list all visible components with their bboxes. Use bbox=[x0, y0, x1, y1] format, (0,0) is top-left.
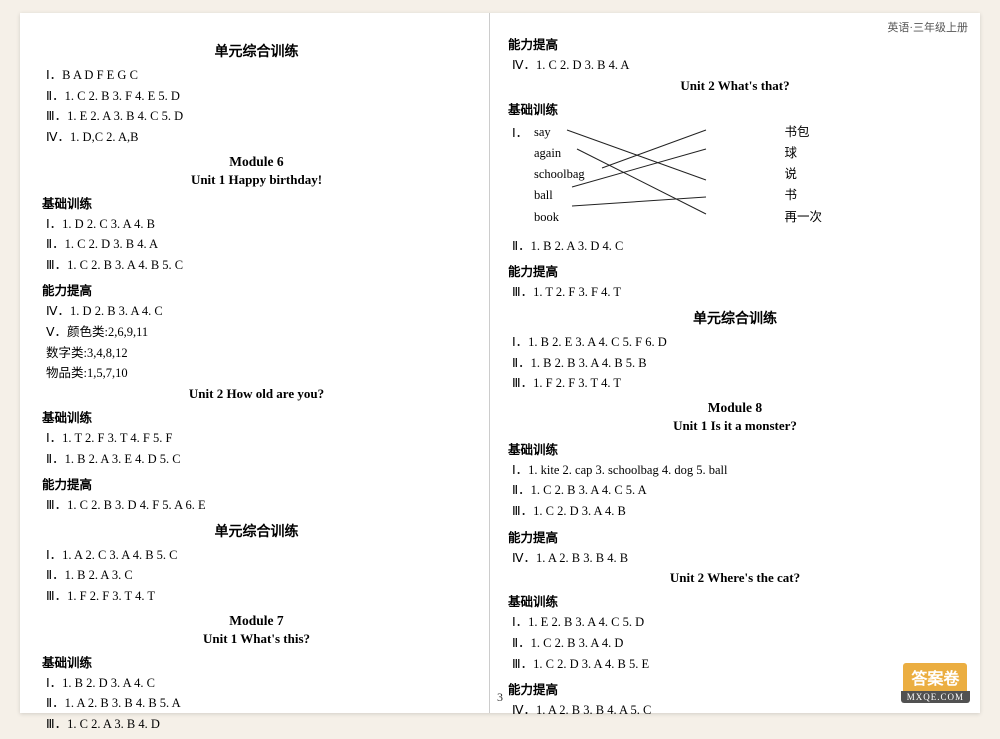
unit2-adv-l1: Ⅲ．1. C 2. B 3. D 4. F 5. A 6. E bbox=[46, 495, 471, 516]
unit1-adv-l1: Ⅳ．1. D 2. B 3. A 4. C bbox=[46, 301, 471, 322]
section1-line3: Ⅲ．1. E 2. A 3. B 4. C 5. D bbox=[46, 106, 471, 127]
unit1-sub2: 能力提高 bbox=[42, 280, 471, 299]
right-unit3-title: Unit 1 Is it a monster? bbox=[508, 418, 962, 434]
section1-line4: Ⅳ．1. D,C 2. A,B bbox=[46, 127, 471, 148]
section2-title: 单元综合训练 bbox=[42, 521, 471, 541]
unit1-adv-l3: 数字类:3,4,8,12 bbox=[46, 343, 471, 364]
watermark-bottom: MXQE.COM bbox=[901, 691, 970, 703]
right-section-l3: Ⅲ．1. F 2. F 3. T 4. T bbox=[512, 373, 962, 394]
match-lines-svg bbox=[512, 122, 852, 232]
unit1-basic-l2: Ⅱ．1. C 2. D 3. B 4. A bbox=[46, 234, 471, 255]
right-unit3-basic-title: 基础训练 bbox=[508, 439, 962, 458]
unit2-basic-l2: Ⅱ．1. B 2. A 3. E 4. D 5. C bbox=[46, 449, 471, 470]
right-unit4-basic-title: 基础训练 bbox=[508, 591, 962, 610]
right-unit3-adv-l1: Ⅳ．1. A 2. B 3. B 4. B bbox=[512, 548, 962, 569]
right-section-title: 单元综合训练 bbox=[508, 308, 962, 328]
right-unit2-sub2: 能力提高 bbox=[508, 261, 962, 280]
right-section-l1: Ⅰ．1. B 2. E 3. A 4. C 5. F 6. D bbox=[512, 332, 962, 353]
unit1-title: Unit 1 Happy birthday! bbox=[42, 172, 471, 188]
unit3-basic-l2: Ⅱ．1. A 2. B 3. B 4. B 5. A bbox=[46, 693, 471, 714]
right-section-l2: Ⅱ．1. B 2. B 3. A 4. B 5. B bbox=[512, 353, 962, 374]
unit1-sub1: 基础训练 bbox=[42, 193, 471, 212]
unit2-sub1: 基础训练 bbox=[42, 407, 471, 426]
unit3-basic-l3: Ⅲ．1. C 2. A 3. B 4. D bbox=[46, 714, 471, 735]
section2-l3: Ⅲ．1. F 2. F 3. T 4. T bbox=[46, 586, 471, 607]
right-unit3-basic-l2: Ⅱ．1. C 2. B 3. A 4. C 5. A bbox=[512, 480, 962, 501]
right-unit3-adv-title: 能力提高 bbox=[508, 527, 962, 546]
unit1-basic-l3: Ⅲ．1. C 2. B 3. A 4. B 5. C bbox=[46, 255, 471, 276]
right-unit4-title: Unit 2 Where's the cat? bbox=[508, 570, 962, 586]
watermark-top: 答案卷 bbox=[903, 663, 967, 691]
section1-line1: Ⅰ．B A D F E G C bbox=[46, 65, 471, 86]
unit3-basic-l1: Ⅰ．1. B 2. D 3. A 4. C bbox=[46, 673, 471, 694]
right-unit3-basic-l1: Ⅰ．1. kite 2. cap 3. schoolbag 4. dog 5. … bbox=[512, 460, 962, 481]
right-panel: 能力提高 Ⅳ．1. C 2. D 3. B 4. A Unit 2 What's… bbox=[490, 13, 980, 713]
right-unit4-basic-l2: Ⅱ．1. C 2. B 3. A 4. D bbox=[512, 633, 962, 654]
module8-title: Module 8 bbox=[508, 400, 962, 416]
section2-l2: Ⅱ．1. B 2. A 3. C bbox=[46, 565, 471, 586]
section1-title: 单元综合训练 bbox=[42, 41, 471, 61]
module6-title: Module 6 bbox=[42, 154, 471, 170]
unit1-basic-l1: Ⅰ．1. D 2. C 3. A 4. B bbox=[46, 214, 471, 235]
unit1-adv-l4: 物品类:1,5,7,10 bbox=[46, 363, 471, 384]
unit3-sub1: 基础训练 bbox=[42, 652, 471, 671]
right-unit2-title: Unit 2 What's that? bbox=[508, 78, 962, 94]
right-unit3-basic-l3: Ⅲ．1. C 2. D 3. A 4. B bbox=[512, 501, 962, 522]
right-unit4-basic-l3: Ⅲ．1. C 2. D 3. A 4. B 5. E bbox=[512, 654, 962, 675]
right-adv1-l1: Ⅳ．1. C 2. D 3. B 4. A bbox=[512, 55, 962, 76]
section2-l1: Ⅰ．1. A 2. C 3. A 4. B 5. C bbox=[46, 545, 471, 566]
unit2-title: Unit 2 How old are you? bbox=[42, 386, 471, 402]
unit1-adv-l2: Ⅴ．颜色类:2,6,9,11 bbox=[46, 322, 471, 343]
right-unit4-adv-title: 能力提高 bbox=[508, 679, 962, 698]
right-unit4-adv-l1: Ⅳ．1. A 2. B 3. B 4. A 5. C bbox=[512, 700, 962, 721]
section1-line2: Ⅱ．1. C 2. B 3. F 4. E 5. D bbox=[46, 86, 471, 107]
unit3-title: Unit 1 What's this? bbox=[42, 631, 471, 647]
page-number: 3 bbox=[497, 690, 503, 705]
module7-title: Module 7 bbox=[42, 613, 471, 629]
right-unit2-l2: Ⅱ．1. B 2. A 3. D 4. C bbox=[512, 236, 962, 257]
watermark: 答案卷 MXQE.COM bbox=[901, 663, 970, 703]
right-sub1: 能力提高 bbox=[508, 34, 962, 53]
unit2-basic-l1: Ⅰ．1. T 2. F 3. T 4. F 5. F bbox=[46, 428, 471, 449]
matching-exercise: Ⅰ． say again schoolbag ball book 书包 球 说 … bbox=[512, 122, 962, 232]
right-unit2-adv-l1: Ⅲ．1. T 2. F 3. F 4. T bbox=[512, 282, 962, 303]
left-panel: 单元综合训练 Ⅰ．B A D F E G C Ⅱ．1. C 2. B 3. F … bbox=[20, 13, 490, 713]
right-unit2-basic: 基础训练 bbox=[508, 99, 962, 118]
right-unit4-basic-l1: Ⅰ．1. E 2. B 3. A 4. C 5. D bbox=[512, 612, 962, 633]
unit2-sub2: 能力提高 bbox=[42, 474, 471, 493]
